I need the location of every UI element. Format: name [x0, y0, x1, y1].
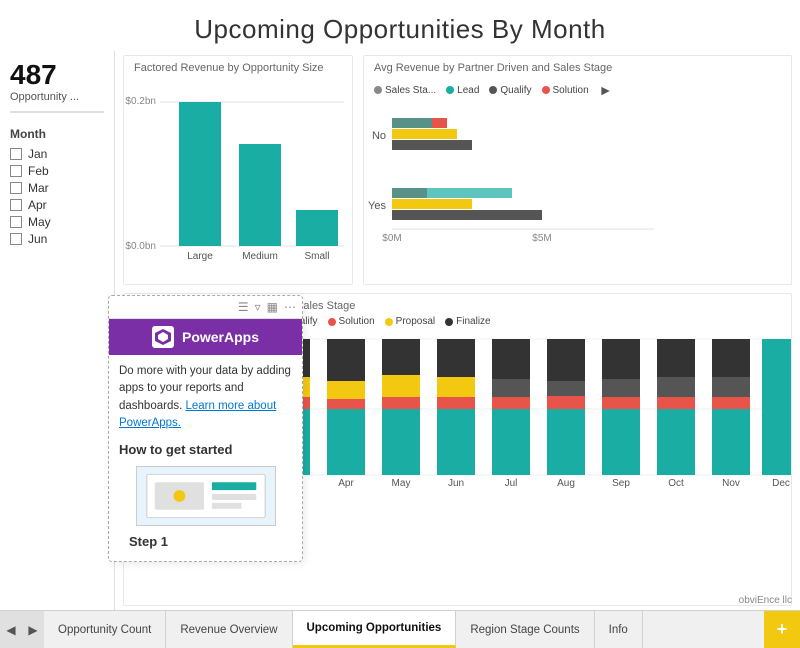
- popup-toolbar: ☰ ▿ ▦ ⋯: [109, 296, 302, 319]
- month-checkbox-feb[interactable]: [10, 165, 22, 177]
- legend-sales-stage: Sales Sta...: [374, 85, 436, 96]
- month-item[interactable]: Apr: [10, 198, 104, 212]
- popup-step1-label: Step 1: [119, 532, 292, 552]
- avg-revenue-svg: No Yes $0M: [364, 104, 791, 254]
- filter-label: Month: [10, 127, 104, 141]
- tab-info[interactable]: Info: [595, 611, 643, 648]
- layout-icon[interactable]: ▦: [267, 300, 278, 314]
- menu-icon[interactable]: ☰: [238, 300, 249, 314]
- svg-text:Nov: Nov: [722, 478, 740, 489]
- legend-qualify: Qualify: [489, 85, 531, 96]
- bar-large[interactable]: [179, 102, 221, 246]
- svg-text:Oct: Oct: [668, 478, 684, 489]
- svg-text:$0M: $0M: [382, 233, 401, 244]
- tab-bar: ◀ ▶ Opportunity Count Revenue Overview U…: [0, 610, 800, 648]
- tab-region-stage-counts[interactable]: Region Stage Counts: [456, 611, 594, 648]
- legend-solution-bottom: Solution: [328, 316, 375, 327]
- page-title: Upcoming Opportunities By Month: [0, 0, 800, 51]
- svg-text:$0.2bn: $0.2bn: [125, 96, 156, 107]
- factored-revenue-title: Factored Revenue by Opportunity Size: [124, 56, 352, 76]
- month-item[interactable]: Jun: [10, 232, 104, 246]
- avg-revenue-chart: Avg Revenue by Partner Driven and Sales …: [363, 55, 792, 285]
- tab-next-button[interactable]: ▶: [22, 611, 44, 648]
- more-icon[interactable]: ⋯: [284, 300, 296, 314]
- factored-revenue-chart: Factored Revenue by Opportunity Size $0.…: [123, 55, 353, 285]
- svg-text:Apr: Apr: [338, 478, 354, 489]
- svg-text:Jul: Jul: [505, 478, 518, 489]
- bar-medium[interactable]: [239, 144, 281, 246]
- svg-text:Yes: Yes: [368, 200, 386, 212]
- filter-icon[interactable]: ▿: [255, 300, 261, 314]
- tab-prev-button[interactable]: ◀: [0, 611, 22, 648]
- svg-text:Aug: Aug: [557, 478, 575, 489]
- charts-row-top: Factored Revenue by Opportunity Size $0.…: [123, 55, 792, 285]
- svg-text:Dec: Dec: [772, 478, 790, 489]
- svg-text:$0.0bn: $0.0bn: [125, 241, 156, 252]
- kpi-label: Opportunity ...: [10, 91, 104, 103]
- popup-step-image: [136, 466, 276, 526]
- svg-text:May: May: [392, 478, 411, 489]
- svg-text:Jun: Jun: [448, 478, 464, 489]
- month-item[interactable]: Jan: [10, 147, 104, 161]
- tab-revenue-overview[interactable]: Revenue Overview: [166, 611, 292, 648]
- month-checkbox-jan[interactable]: [10, 148, 22, 160]
- svg-text:Sep: Sep: [612, 478, 630, 489]
- svg-text:Medium: Medium: [242, 251, 278, 262]
- svg-text:No: No: [372, 130, 386, 142]
- sidebar: 487 Opportunity ... Month Jan Feb Mar Ap…: [0, 51, 115, 610]
- legend-solution: Solution: [542, 85, 589, 96]
- avg-revenue-title: Avg Revenue by Partner Driven and Sales …: [364, 56, 791, 76]
- tab-opportunity-count[interactable]: Opportunity Count: [44, 611, 166, 648]
- month-item[interactable]: Mar: [10, 181, 104, 195]
- legend-proposal-bottom: Proposal: [385, 316, 435, 327]
- tab-add-button[interactable]: +: [764, 611, 800, 648]
- powerapps-popup: ☰ ▿ ▦ ⋯ PowerApps Do more with your data…: [108, 295, 303, 562]
- legend-finalize-bottom: Finalize: [445, 316, 490, 327]
- factored-revenue-svg: $0.2bn $0.0bn Large Medium: [124, 74, 353, 284]
- brand-label: obviEnce llc: [739, 595, 792, 606]
- kpi-block: 487 Opportunity ...: [10, 59, 104, 113]
- svg-text:$5M: $5M: [532, 233, 551, 244]
- month-checkbox-may[interactable]: [10, 216, 22, 228]
- popup-body: Do more with your data by adding apps to…: [109, 363, 302, 551]
- kpi-number: 487: [10, 59, 104, 91]
- legend-lead: Lead: [446, 85, 479, 96]
- legend-arrow[interactable]: ►: [599, 82, 613, 98]
- powerapps-header: PowerApps: [109, 319, 302, 355]
- month-checkbox-mar[interactable]: [10, 182, 22, 194]
- month-item[interactable]: Feb: [10, 164, 104, 178]
- svg-text:Large: Large: [187, 251, 213, 262]
- avg-revenue-legend: Sales Sta... Lead Qualify Solution: [364, 80, 791, 100]
- month-checkbox-apr[interactable]: [10, 199, 22, 211]
- bar-small[interactable]: [296, 210, 338, 246]
- tab-upcoming-opportunities[interactable]: Upcoming Opportunities: [293, 611, 457, 648]
- month-checkbox-jun[interactable]: [10, 233, 22, 245]
- month-list: Jan Feb Mar Apr May Jun: [10, 147, 104, 246]
- powerapps-logo: [152, 326, 174, 348]
- powerapps-label: PowerApps: [182, 329, 259, 345]
- month-item[interactable]: May: [10, 215, 104, 229]
- popup-how-title: How to get started: [119, 440, 292, 460]
- svg-text:Small: Small: [304, 251, 329, 262]
